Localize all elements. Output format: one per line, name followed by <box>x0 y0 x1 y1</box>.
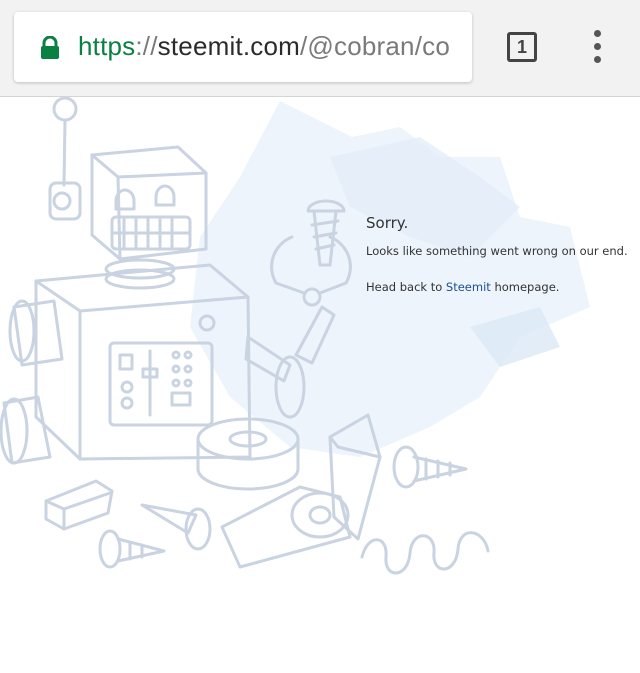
error-message: Sorry. Looks like something went wrong o… <box>366 214 628 316</box>
browser-toolbar: https://steemit.com/@cobran/co 1 <box>0 0 640 97</box>
url-scheme: https <box>78 31 136 61</box>
url-separator: :// <box>135 31 158 61</box>
tab-count: 1 <box>516 36 527 57</box>
back-prefix: Head back to <box>366 280 446 294</box>
tab-switcher-button[interactable]: 1 <box>507 32 537 62</box>
homepage-link-line: Head back to Steemit homepage. <box>366 280 628 294</box>
back-suffix: homepage. <box>490 280 560 294</box>
url-text[interactable]: https://steemit.com/@cobran/co <box>78 31 450 62</box>
error-page: Sorry. Looks like something went wrong o… <box>0 97 640 673</box>
error-description: Looks like something went wrong on our e… <box>366 244 628 258</box>
more-vert-icon[interactable] <box>588 30 608 66</box>
broken-robot-illustration <box>0 97 590 575</box>
url-path: /@cobran/co <box>300 31 450 61</box>
address-bar[interactable]: https://steemit.com/@cobran/co <box>14 12 472 82</box>
lock-icon <box>41 36 59 59</box>
error-title: Sorry. <box>366 214 409 232</box>
url-host: steemit.com <box>157 31 300 61</box>
steemit-homepage-link[interactable]: Steemit <box>446 280 491 294</box>
